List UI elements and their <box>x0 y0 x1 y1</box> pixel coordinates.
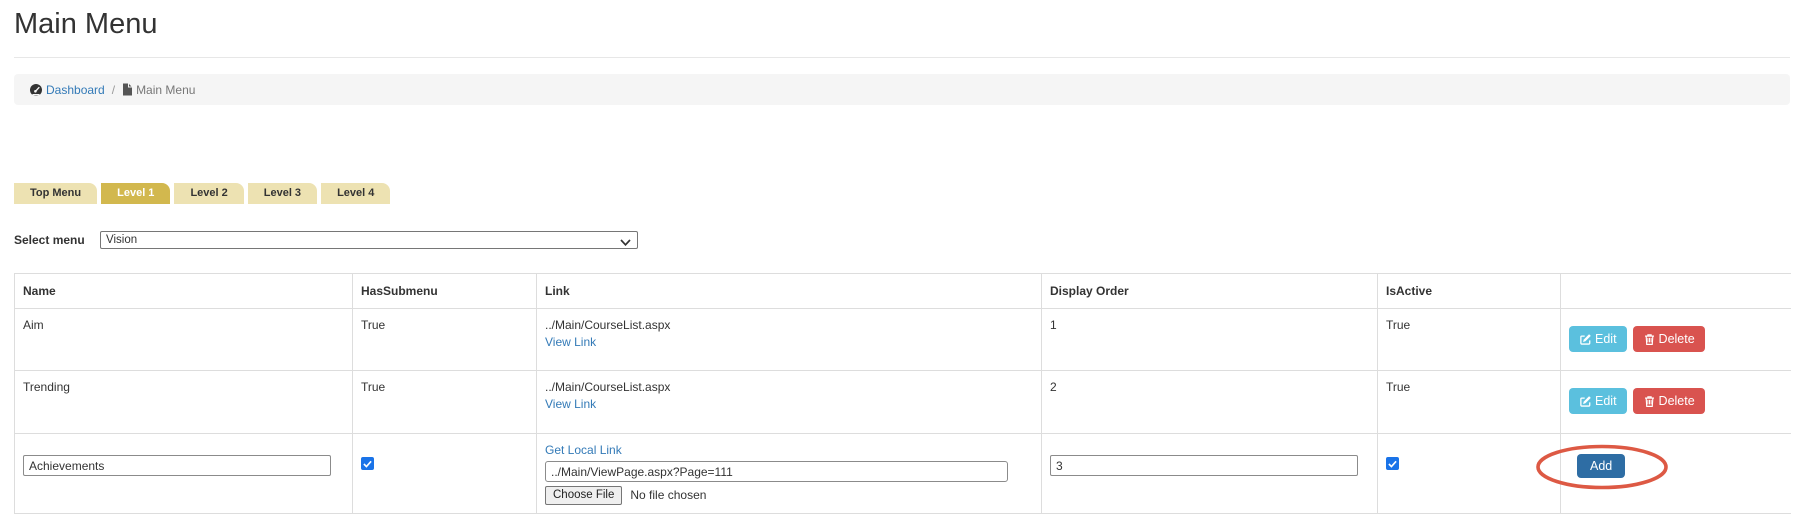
breadcrumb-dashboard-link[interactable]: Dashboard <box>29 83 105 97</box>
menu-table: Name HasSubmenu Link Display Order IsAct… <box>14 273 1791 514</box>
menu-select[interactable]: Vision <box>100 231 638 249</box>
column-header-name: Name <box>15 274 353 309</box>
breadcrumb: Dashboard / Main Menu <box>14 74 1790 105</box>
delete-button-label: Delete <box>1659 394 1695 408</box>
menu-select-value: Vision <box>106 234 137 246</box>
tab-top-menu[interactable]: Top Menu <box>14 183 97 204</box>
column-header-link: Link <box>537 274 1042 309</box>
cell-is-active: True <box>1378 371 1561 434</box>
cell-display-order: 2 <box>1042 371 1378 434</box>
cell-add-action: Add <box>1561 434 1791 514</box>
table-row: Trending True ../Main/CourseList.aspx Vi… <box>15 371 1791 434</box>
cell-display-order: 1 <box>1042 309 1378 371</box>
tab-level-2[interactable]: Level 2 <box>174 183 243 204</box>
select-menu-row: Select menu Vision <box>14 231 638 249</box>
select-menu-label: Select menu <box>14 233 100 247</box>
view-link[interactable]: View Link <box>545 335 596 349</box>
table-header-row: Name HasSubmenu Link Display Order IsAct… <box>15 274 1791 309</box>
trash-icon <box>1643 333 1656 346</box>
cell-has-submenu: True <box>353 371 537 434</box>
cell-name: Aim <box>15 309 353 371</box>
breadcrumb-dashboard-label: Dashboard <box>46 83 105 97</box>
link-url-input[interactable] <box>545 461 1008 482</box>
delete-button[interactable]: Delete <box>1633 388 1705 414</box>
choose-file-button[interactable]: Choose File <box>545 486 622 505</box>
cell-name-input <box>15 434 353 514</box>
tab-strip: Top Menu Level 1 Level 2 Level 3 Level 4 <box>14 183 390 204</box>
add-button[interactable]: Add <box>1577 454 1625 478</box>
cell-link: ../Main/CourseList.aspx View Link <box>537 371 1042 434</box>
breadcrumb-current-label: Main Menu <box>136 83 195 97</box>
table-new-entry-row: Get Local Link Choose File No file chose… <box>15 434 1791 514</box>
column-header-is-active: IsActive <box>1378 274 1561 309</box>
tab-level-3[interactable]: Level 3 <box>248 183 317 204</box>
tab-level-4[interactable]: Level 4 <box>321 183 390 204</box>
column-header-display-order: Display Order <box>1042 274 1378 309</box>
column-header-actions <box>1561 274 1791 309</box>
dashboard-icon <box>29 83 43 97</box>
edit-button[interactable]: Edit <box>1569 388 1627 414</box>
cell-link-input: Get Local Link Choose File No file chose… <box>537 434 1042 514</box>
breadcrumb-current: Main Menu <box>122 83 195 97</box>
page-title: Main Menu <box>14 8 157 41</box>
edit-button[interactable]: Edit <box>1569 326 1627 352</box>
link-url: ../Main/CourseList.aspx <box>545 379 1033 396</box>
link-url: ../Main/CourseList.aspx <box>545 317 1033 334</box>
file-icon <box>122 83 133 96</box>
name-input[interactable] <box>23 455 331 476</box>
display-order-input[interactable] <box>1050 455 1358 476</box>
cell-link: ../Main/CourseList.aspx View Link <box>537 309 1042 371</box>
cell-is-active-checkbox <box>1378 434 1561 514</box>
cell-display-order-input <box>1042 434 1378 514</box>
cell-is-active: True <box>1378 309 1561 371</box>
cell-has-submenu: True <box>353 309 537 371</box>
delete-button-label: Delete <box>1659 332 1695 346</box>
get-local-link[interactable]: Get Local Link <box>545 443 622 457</box>
file-upload: Choose File No file chosen <box>545 486 1033 505</box>
cell-actions: Edit Delete <box>1561 371 1791 434</box>
edit-icon <box>1579 395 1592 408</box>
trash-icon <box>1643 395 1656 408</box>
title-divider <box>14 57 1790 58</box>
chevron-down-icon <box>620 237 631 249</box>
breadcrumb-separator: / <box>112 83 115 97</box>
cell-name: Trending <box>15 371 353 434</box>
edit-icon <box>1579 333 1592 346</box>
column-header-has-submenu: HasSubmenu <box>353 274 537 309</box>
is-active-checkbox[interactable] <box>1386 457 1399 470</box>
cell-actions: Edit Delete <box>1561 309 1791 371</box>
has-submenu-checkbox[interactable] <box>361 457 374 470</box>
tab-level-1[interactable]: Level 1 <box>101 183 170 204</box>
edit-button-label: Edit <box>1595 332 1617 346</box>
edit-button-label: Edit <box>1595 394 1617 408</box>
view-link[interactable]: View Link <box>545 397 596 411</box>
cell-has-submenu-checkbox <box>353 434 537 514</box>
table-row: Aim True ../Main/CourseList.aspx View Li… <box>15 309 1791 371</box>
delete-button[interactable]: Delete <box>1633 326 1705 352</box>
file-status-text: No file chosen <box>630 487 706 504</box>
